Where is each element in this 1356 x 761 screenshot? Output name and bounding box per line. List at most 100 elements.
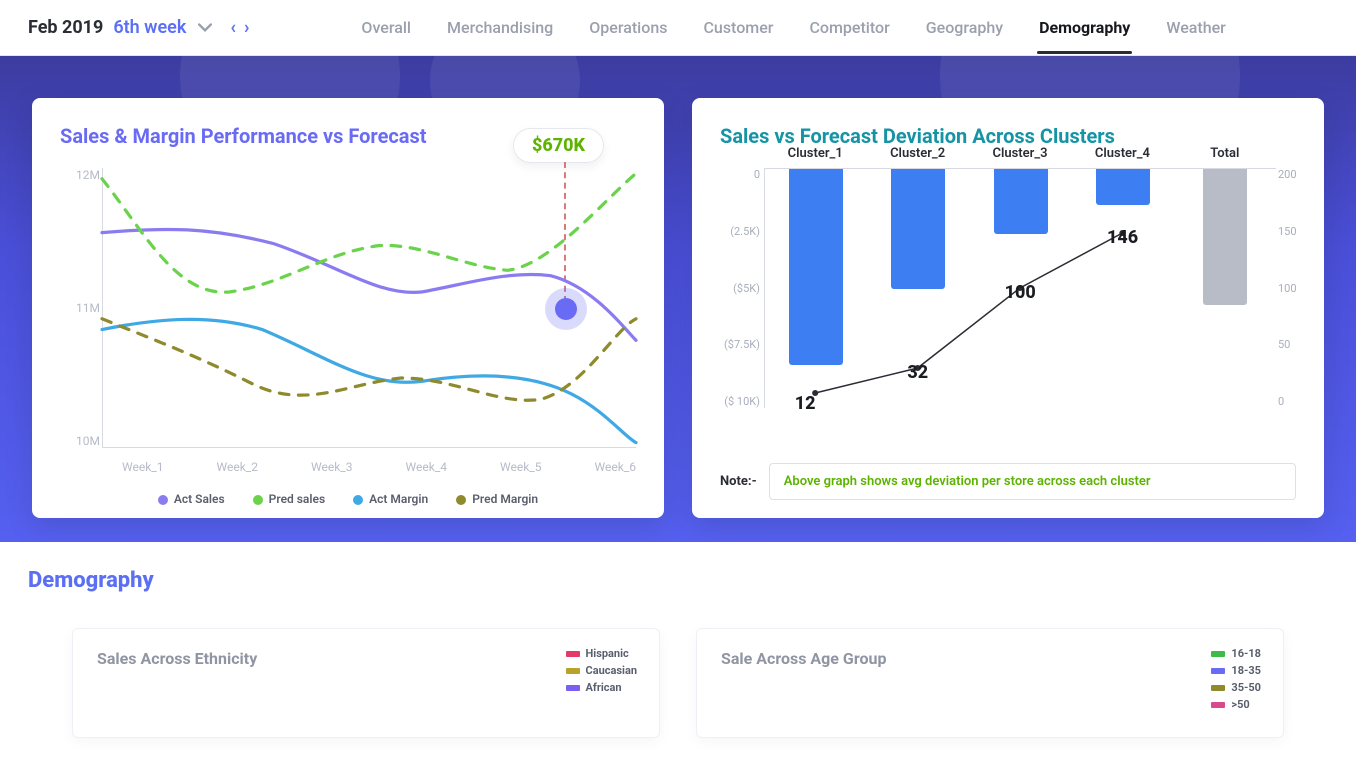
card-sales-age: Sale Across Age Group 16-18 18-35 35-50 … <box>696 628 1284 738</box>
xlabel: Week_5 <box>500 460 541 474</box>
legend-item: African <box>566 681 637 694</box>
xlabel: Week_6 <box>595 460 636 474</box>
legend-item: 16-18 <box>1211 647 1261 660</box>
card-sales-margin: Sales & Margin Performance vs Forecast $… <box>32 98 664 518</box>
ytick: ($7.5K) <box>710 338 760 351</box>
line-value: 146 <box>1107 227 1138 248</box>
xlabel: Total <box>1174 146 1276 161</box>
xlabel: Week_1 <box>122 460 163 474</box>
legend-item: Caucasian <box>566 664 637 677</box>
legend-item: Act Sales <box>158 492 225 506</box>
legend-swatch-icon <box>1211 685 1225 691</box>
legend-item: 18-35 <box>1211 664 1261 677</box>
legend-swatch-icon <box>1211 651 1225 657</box>
line-y-ticks: 12M 11M 10M <box>60 168 100 448</box>
ytick: 10M <box>60 434 100 448</box>
legend-label: Act Margin <box>369 492 428 506</box>
legend-label: >50 <box>1231 698 1249 711</box>
legend-dot-icon <box>253 495 263 505</box>
next-arrow-icon[interactable]: › <box>244 17 249 38</box>
line-chart <box>102 168 636 448</box>
legend-item: Act Margin <box>353 492 428 506</box>
bar-x-labels: Cluster_1 Cluster_2 Cluster_3 Cluster_4 … <box>764 146 1276 161</box>
tab-demography[interactable]: Demography <box>1037 2 1132 53</box>
card-title: Sales vs Forecast Deviation Across Clust… <box>720 124 1296 148</box>
ytick: 100 <box>1278 282 1308 295</box>
tab-customer[interactable]: Customer <box>701 2 775 53</box>
tab-competitor[interactable]: Competitor <box>807 2 891 53</box>
legend-swatch-icon <box>566 651 580 657</box>
chevron-down-icon[interactable] <box>196 19 214 37</box>
legend-dot-icon <box>353 495 363 505</box>
legend-item: 35-50 <box>1211 681 1261 694</box>
legend-label: Hispanic <box>586 647 629 660</box>
xlabel: Cluster_3 <box>969 146 1071 161</box>
ytick: 150 <box>1278 225 1308 238</box>
legend-dot-icon <box>158 495 168 505</box>
callout-badge: $670K <box>513 128 604 163</box>
legend-item: Pred Margin <box>456 492 538 506</box>
legend-item: Hispanic <box>566 647 637 660</box>
line-value: 100 <box>1005 282 1036 303</box>
legend-swatch-icon <box>566 668 580 674</box>
ytick: ($5K) <box>710 282 760 295</box>
legend-label: Caucasian <box>586 664 637 677</box>
ytick: 200 <box>1278 168 1308 181</box>
legend-label: 16-18 <box>1231 647 1261 660</box>
demography-cards: Sales Across Ethnicity Hispanic Caucasia… <box>72 628 1284 738</box>
top-cards-row: Sales & Margin Performance vs Forecast $… <box>32 98 1324 518</box>
legend-swatch-icon <box>1211 702 1225 708</box>
legend-dot-icon <box>456 495 466 505</box>
xlabel: Cluster_4 <box>1071 146 1173 161</box>
legend-label: Act Sales <box>174 492 225 506</box>
prev-arrow-icon[interactable]: ‹ <box>230 17 236 38</box>
legend-label: Pred Margin <box>472 492 538 506</box>
xlabel: Cluster_2 <box>866 146 968 161</box>
tab-overall[interactable]: Overall <box>359 2 413 53</box>
tab-operations[interactable]: Operations <box>587 2 669 53</box>
card-title: Sales Across Ethnicity <box>97 649 635 668</box>
ytick: (2.5K) <box>710 225 760 238</box>
ethnicity-legend: Hispanic Caucasian African <box>566 647 637 698</box>
bar-y-right: 200 150 100 50 0 <box>1278 168 1308 408</box>
ytick: 0 <box>710 168 760 181</box>
card-sales-ethnicity: Sales Across Ethnicity Hispanic Caucasia… <box>72 628 660 738</box>
legend-label: 18-35 <box>1231 664 1261 677</box>
xlabel: Week_3 <box>311 460 352 474</box>
tab-weather[interactable]: Weather <box>1164 2 1227 53</box>
legend-item: Pred sales <box>253 492 325 506</box>
note-label: Note:- <box>720 474 757 489</box>
period-selector[interactable]: Feb 2019 6th week ‹ › <box>28 17 249 38</box>
tab-merchandising[interactable]: Merchandising <box>445 2 555 53</box>
xlabel: Week_2 <box>217 460 258 474</box>
line-x-labels: Week_1 Week_2 Week_3 Week_4 Week_5 Week_… <box>122 460 636 474</box>
ytick: 11M <box>60 301 100 315</box>
ytick: ($ 10K) <box>710 395 760 408</box>
note-row: Note:- Above graph shows avg deviation p… <box>720 463 1296 500</box>
xlabel: Cluster_1 <box>764 146 866 161</box>
nav-tabs: Overall Merchandising Operations Custome… <box>359 2 1227 53</box>
legend-swatch-icon <box>566 685 580 691</box>
card-title: Sale Across Age Group <box>721 649 1259 668</box>
legend-item: >50 <box>1211 698 1261 711</box>
legend-label: 35-50 <box>1231 681 1261 694</box>
line-value: 12 <box>795 393 816 414</box>
line-value: 32 <box>907 362 928 383</box>
legend-label: Pred sales <box>269 492 325 506</box>
xlabel: Week_4 <box>406 460 447 474</box>
period-nav: ‹ › <box>230 17 249 38</box>
section-title: Demography <box>0 542 1356 593</box>
section-demography: Demography Sales Across Ethnicity Hispan… <box>0 542 1356 761</box>
line-chart-svg <box>102 168 636 448</box>
tab-geography[interactable]: Geography <box>924 2 1005 53</box>
bar-chart: 12 32 100 146 <box>764 168 1276 408</box>
card-deviation-clusters: Sales vs Forecast Deviation Across Clust… <box>692 98 1324 518</box>
bar-y-left: 0 (2.5K) ($5K) ($7.5K) ($ 10K) <box>710 168 760 408</box>
line-legend: Act Sales Pred sales Act Margin Pred Mar… <box>32 492 664 506</box>
top-bar: Feb 2019 6th week ‹ › Overall Merchandis… <box>0 0 1356 56</box>
note-text: Above graph shows avg deviation per stor… <box>769 463 1296 500</box>
legend-label: African <box>586 681 622 694</box>
ytick: 0 <box>1278 395 1308 408</box>
age-legend: 16-18 18-35 35-50 >50 <box>1211 647 1261 715</box>
ytick: 12M <box>60 168 100 182</box>
